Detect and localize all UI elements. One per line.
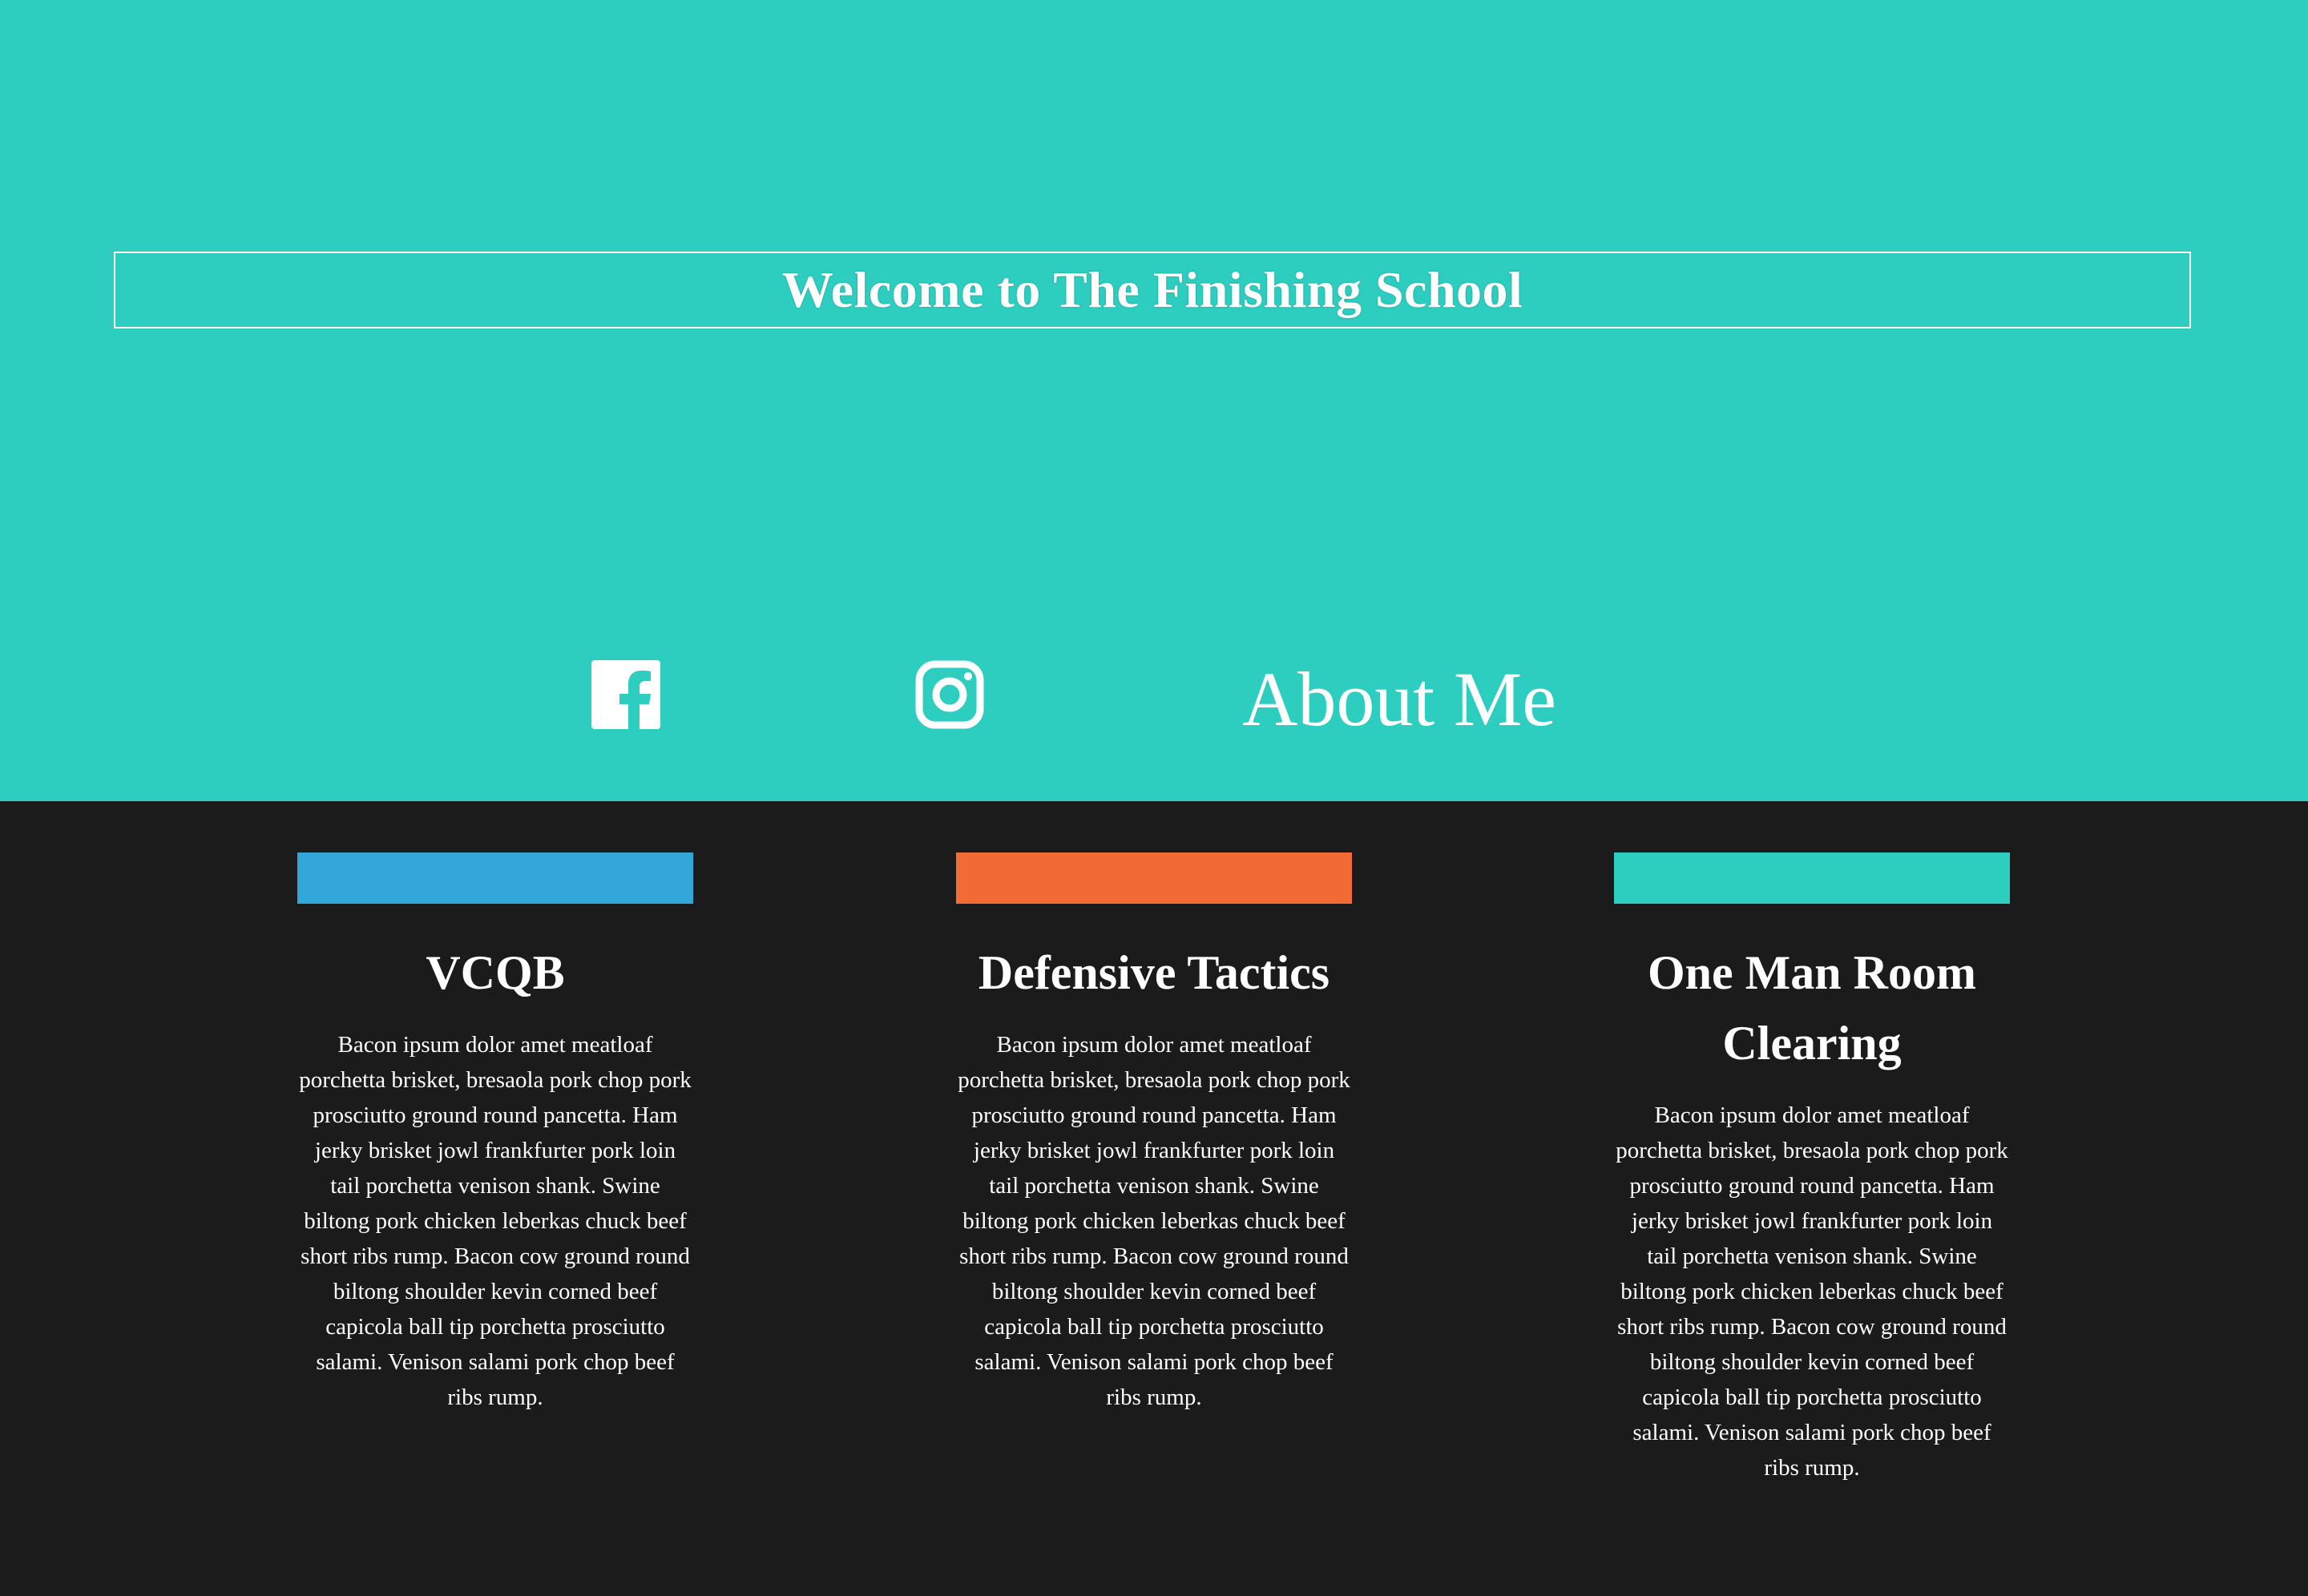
instagram-link[interactable] xyxy=(915,660,984,729)
card-description: Bacon ipsum dolor amet meatloaf porchett… xyxy=(1616,1102,2008,1481)
facebook-icon xyxy=(591,660,660,729)
service-card-room-clearing: One Man Room Clearing Bacon ipsum dolor … xyxy=(1614,852,2010,1485)
card-title: Defensive Tactics xyxy=(978,946,1330,999)
page-title: Welcome to The Finishing School xyxy=(781,261,1523,318)
facebook-link[interactable] xyxy=(591,660,660,729)
card-accent-bar xyxy=(1614,852,2010,904)
services-section: VCQB Bacon ipsum dolor amet meatloaf por… xyxy=(0,801,2308,1596)
service-card-vcqb: VCQB Bacon ipsum dolor amet meatloaf por… xyxy=(297,852,693,1415)
service-card-defensive-tactics: Defensive Tactics Bacon ipsum dolor amet… xyxy=(956,852,1352,1415)
card-description: Bacon ipsum dolor amet meatloaf porchett… xyxy=(299,1032,692,1410)
hero-section: Welcome to The Finishing School About Me xyxy=(0,0,2308,801)
card-title: VCQB xyxy=(426,946,565,999)
card-accent-bar xyxy=(297,852,693,904)
card-accent-bar xyxy=(956,852,1352,904)
about-me-link[interactable]: About Me xyxy=(1242,655,1556,744)
card-title: One Man Room Clearing xyxy=(1648,946,1976,1070)
instagram-icon xyxy=(915,660,984,729)
welcome-banner: Welcome to The Finishing School xyxy=(114,252,2191,328)
card-description: Bacon ipsum dolor amet meatloaf porchett… xyxy=(958,1032,1350,1410)
